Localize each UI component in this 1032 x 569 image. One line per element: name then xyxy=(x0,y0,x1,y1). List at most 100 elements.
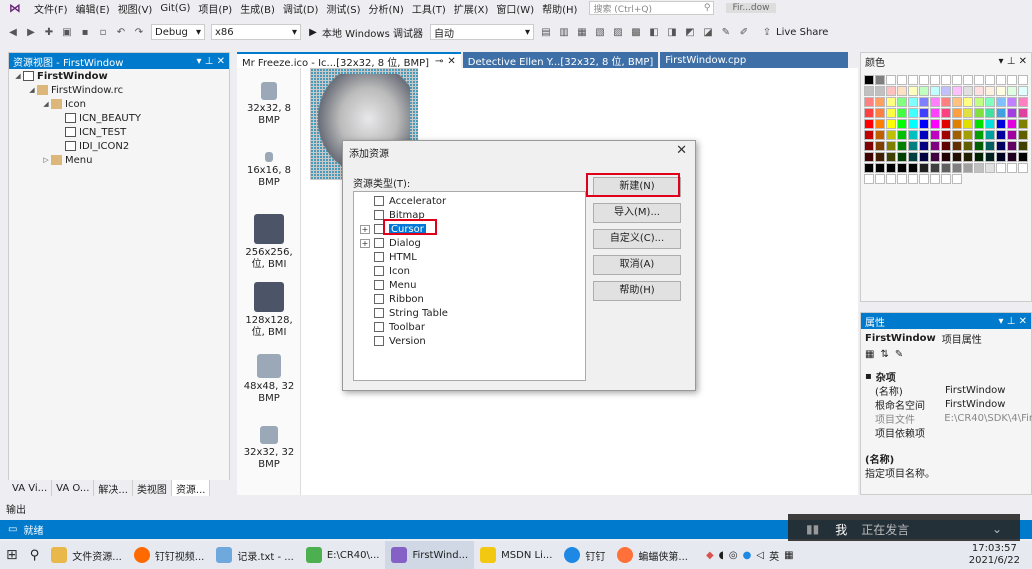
color-swatch[interactable] xyxy=(1007,97,1017,107)
taskbar-firefox[interactable]: 蝙蝠侠第... xyxy=(611,541,694,569)
toolbar-icon-k[interactable]: ✎ xyxy=(718,24,734,40)
wrench-icon[interactable]: ✎ xyxy=(895,349,903,360)
color-swatch[interactable] xyxy=(996,75,1006,85)
pin-icon[interactable]: ▾ ⊥ ✕ xyxy=(197,56,225,67)
color-swatch[interactable] xyxy=(952,174,962,184)
color-swatch[interactable] xyxy=(875,108,885,118)
taskbar-dingtalk-video[interactable]: 钉钉视频... xyxy=(128,541,211,569)
color-swatch[interactable] xyxy=(941,130,951,140)
color-swatch[interactable] xyxy=(919,163,929,173)
close-icon[interactable]: ✕ xyxy=(447,56,455,67)
color-swatch[interactable] xyxy=(996,86,1006,96)
color-swatch[interactable] xyxy=(1007,86,1017,96)
tray-grid-icon[interactable]: ▦ xyxy=(784,550,793,561)
tree-item-icn-test[interactable]: ICN_TEST xyxy=(9,125,229,139)
prop-row[interactable]: 根命名空间 FirstWindow xyxy=(861,397,1032,412)
list-item-menu[interactable]: Menu xyxy=(354,278,416,292)
thumb-48x48-32[interactable]: 48x48, 32 BMP xyxy=(237,354,301,405)
start-debug-icon[interactable]: ▶ xyxy=(305,24,321,40)
color-swatch[interactable] xyxy=(974,97,984,107)
color-swatch[interactable] xyxy=(930,119,940,129)
color-swatch[interactable] xyxy=(930,174,940,184)
menu-extensions[interactable]: 扩展(X) xyxy=(450,1,493,16)
collapse-icon[interactable]: ◢ xyxy=(27,86,37,94)
color-swatch[interactable] xyxy=(1007,141,1017,151)
clock[interactable]: 17:03:57 2021/6/22 xyxy=(969,543,1020,567)
tree-item-idi-icon2[interactable]: IDI_ICON2 xyxy=(9,139,229,153)
color-swatch[interactable] xyxy=(897,152,907,162)
color-swatch[interactable] xyxy=(1018,163,1028,173)
search-button[interactable]: ⚲ xyxy=(24,541,46,569)
color-swatch[interactable] xyxy=(996,119,1006,129)
color-swatch[interactable] xyxy=(963,97,973,107)
toolbar-icon-b[interactable]: ▥ xyxy=(556,24,572,40)
color-swatch[interactable] xyxy=(1018,119,1028,129)
color-swatch[interactable] xyxy=(908,152,918,162)
color-swatch[interactable] xyxy=(886,119,896,129)
open-icon[interactable]: ▣ xyxy=(59,24,75,40)
color-swatch[interactable] xyxy=(985,163,995,173)
color-swatch[interactable] xyxy=(886,108,896,118)
tab-class-view[interactable]: 类视图 xyxy=(133,480,172,496)
prop-row[interactable]: 项目依赖项 xyxy=(861,425,1032,440)
color-swatch[interactable] xyxy=(963,86,973,96)
color-swatch[interactable] xyxy=(908,163,918,173)
toolbar-icon-h[interactable]: ◨ xyxy=(664,24,680,40)
tree-item-menu[interactable]: ▷ Menu xyxy=(9,153,229,167)
color-swatch[interactable] xyxy=(941,97,951,107)
custom-button[interactable]: 自定义(C)... xyxy=(593,229,681,249)
cancel-button[interactable]: 取消(A) xyxy=(593,255,681,275)
color-swatch[interactable] xyxy=(886,130,896,140)
color-swatch[interactable] xyxy=(1018,152,1028,162)
taskbar-msdn[interactable]: MSDN Li... xyxy=(474,541,558,569)
color-swatch[interactable] xyxy=(996,108,1006,118)
color-swatch[interactable] xyxy=(941,119,951,129)
color-swatch[interactable] xyxy=(875,75,885,85)
list-item-dialog[interactable]: + Dialog xyxy=(354,236,421,250)
search-input[interactable]: 搜索 (Ctrl+Q) ⚲ xyxy=(589,1,715,15)
color-swatch[interactable] xyxy=(919,152,929,162)
toolbar-icon-g[interactable]: ◧ xyxy=(646,24,662,40)
color-swatch[interactable] xyxy=(985,97,995,107)
ime-indicator[interactable]: 英 xyxy=(769,548,779,563)
color-swatch[interactable] xyxy=(875,130,885,140)
close-icon[interactable]: ✕ xyxy=(676,143,687,158)
tree-item-icn-beauty[interactable]: ICN_BEAUTY xyxy=(9,111,229,125)
color-swatch[interactable] xyxy=(974,130,984,140)
thumb-128x128[interactable]: 128x128, 位, BMI xyxy=(237,282,301,339)
menu-analyze[interactable]: 分析(N) xyxy=(365,1,408,16)
list-item-icon[interactable]: Icon xyxy=(354,264,410,278)
color-swatch[interactable] xyxy=(1018,97,1028,107)
color-swatch[interactable] xyxy=(1018,86,1028,96)
color-swatch[interactable] xyxy=(875,163,885,173)
color-swatch[interactable] xyxy=(952,163,962,173)
color-swatch[interactable] xyxy=(919,75,929,85)
color-swatch[interactable] xyxy=(897,75,907,85)
color-swatch[interactable] xyxy=(985,119,995,129)
forward-icon[interactable]: ▶ xyxy=(23,24,39,40)
save-all-icon[interactable]: ▫ xyxy=(95,24,111,40)
collapse-icon[interactable]: ◢ xyxy=(13,72,23,80)
color-swatch[interactable] xyxy=(930,163,940,173)
prop-row[interactable]: (名称) FirstWindow xyxy=(861,383,1032,398)
color-swatch[interactable] xyxy=(985,141,995,151)
collapse-icon[interactable]: ◢ xyxy=(41,100,51,108)
color-swatch[interactable] xyxy=(941,152,951,162)
color-swatch[interactable] xyxy=(908,174,918,184)
tree-item-icon-folder[interactable]: ◢ Icon xyxy=(9,97,229,111)
color-swatch[interactable] xyxy=(897,97,907,107)
color-swatch[interactable] xyxy=(875,174,885,184)
color-swatch[interactable] xyxy=(897,141,907,151)
color-swatch[interactable] xyxy=(908,119,918,129)
redo-icon[interactable]: ↷ xyxy=(131,24,147,40)
taskbar-notepad[interactable]: 记录.txt - ... xyxy=(210,541,299,569)
color-swatch[interactable] xyxy=(864,97,874,107)
tab-mr-freeze[interactable]: Mr Freeze.ico - Ic...[32x32, 8 位, BMP] ⊸… xyxy=(237,52,461,69)
color-swatch[interactable] xyxy=(908,86,918,96)
start-button[interactable]: ⊞ xyxy=(0,541,24,569)
color-swatch[interactable] xyxy=(930,130,940,140)
color-swatch[interactable] xyxy=(996,152,1006,162)
menu-help[interactable]: 帮助(H) xyxy=(538,1,581,16)
color-swatch[interactable] xyxy=(886,75,896,85)
color-swatch[interactable] xyxy=(897,163,907,173)
